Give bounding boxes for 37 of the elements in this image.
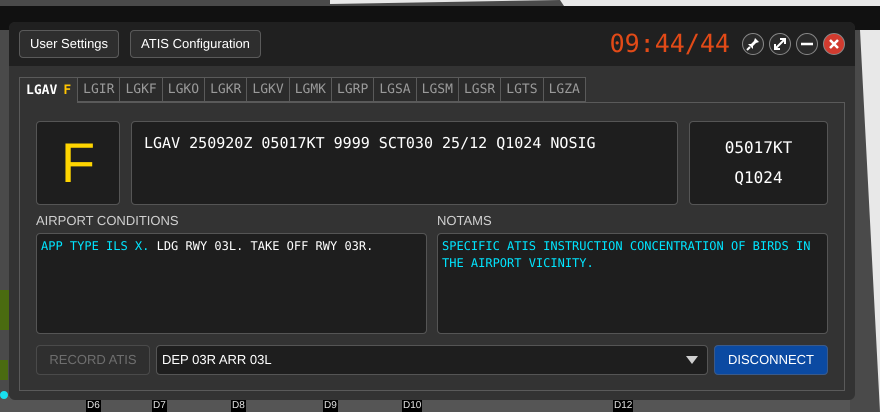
station-tab[interactable]: LGTS xyxy=(501,77,544,102)
expand-icon[interactable] xyxy=(769,33,791,55)
map-label: D8 xyxy=(231,400,246,412)
metar-field: LGAV 250920Z 05017KT 9999 SCT030 25/12 Q1024 NOSIG xyxy=(131,121,678,205)
dropdown-caret-icon xyxy=(686,356,698,364)
section-label: NOTAMS xyxy=(437,212,493,227)
pin-icon[interactable] xyxy=(742,33,764,55)
disconnect-button[interactable]: DISCONNECT xyxy=(714,345,828,375)
station-tab[interactable]: LGAV F xyxy=(19,77,78,103)
clock: 09:44/44 xyxy=(610,28,730,60)
station-tab[interactable]: LGSR xyxy=(458,77,502,102)
close-icon[interactable] xyxy=(823,33,845,55)
atis-letter: F xyxy=(36,121,120,205)
airport-conditions-field[interactable]: APP TYPE ILS X. LDG RWY 03L. TAKE OFF RWY 03R. xyxy=(36,233,427,334)
toolbar-button[interactable]: User Settings xyxy=(19,30,120,58)
map-label: D10 xyxy=(402,400,422,412)
runway-dropdown[interactable]: DEP 03R ARR 03L xyxy=(156,345,708,375)
station-tab[interactable]: LGRP xyxy=(332,77,374,102)
station-tab[interactable]: LGMK xyxy=(290,77,332,102)
map-label: D9 xyxy=(323,400,338,412)
toolbar-button[interactable]: ATIS Configuration xyxy=(130,30,261,58)
map-label: D7 xyxy=(152,400,167,412)
map-label: D12 xyxy=(613,400,634,412)
wind-text: 05017KT xyxy=(724,137,792,159)
section-label: AIRPORT CONDITIONS xyxy=(36,212,180,227)
station-tab[interactable]: LGKF xyxy=(120,77,163,102)
station-tab[interactable]: LGSA xyxy=(374,77,417,102)
station-tab[interactable]: LGKO xyxy=(162,77,206,102)
station-tab[interactable]: LGKV xyxy=(247,77,290,102)
qnh-text: Q1024 xyxy=(734,167,783,189)
minimize-icon[interactable] xyxy=(796,33,818,55)
station-tab[interactable]: LGZA xyxy=(544,77,586,102)
station-tab[interactable]: LGKR xyxy=(205,77,248,102)
station-tab[interactable]: LGIR xyxy=(78,77,120,102)
station-tab[interactable]: LGSM xyxy=(416,77,459,102)
map-label: D6 xyxy=(86,400,101,412)
notams-field[interactable]: SPECIFIC ATIS INSTRUCTION CONCENTRATION OF BIRDS IN THE AIRPORT VICINITY. xyxy=(437,233,828,334)
